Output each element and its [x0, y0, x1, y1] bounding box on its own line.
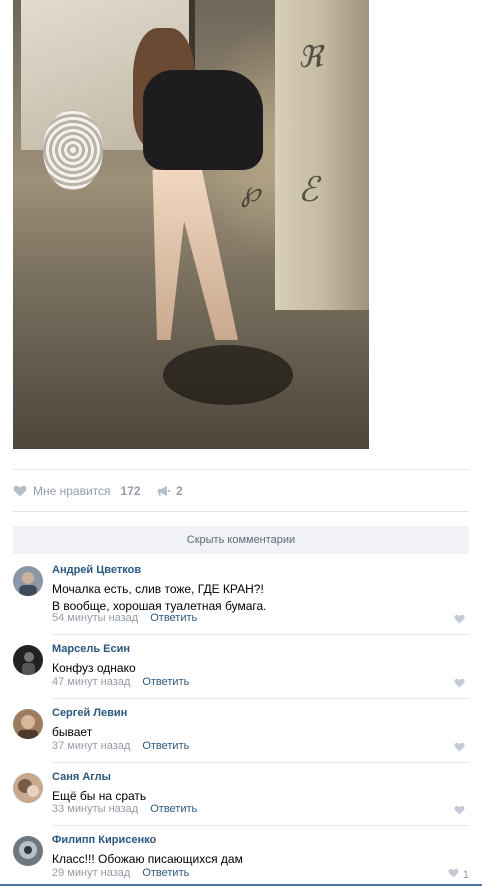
- like-label: Мне нравится: [33, 484, 111, 498]
- comment-divider: [52, 762, 469, 763]
- comment-like-button[interactable]: [454, 742, 469, 755]
- comment-like-button[interactable]: [454, 805, 469, 818]
- photo-figure-jacket: [143, 70, 263, 170]
- photo-graffiti: ℜ: [298, 40, 323, 75]
- comment-author[interactable]: Саня Аглы: [52, 771, 111, 783]
- comment-like-button[interactable]: [454, 678, 469, 691]
- comment-text: Класс!!! Обожаю писающихся дам: [52, 852, 243, 866]
- comment-meta: 47 минут назад Ответить: [52, 676, 189, 688]
- comment: Андрей Цветков Мочалка есть, слив тоже, …: [13, 564, 469, 635]
- photo-figure-legs: [152, 170, 238, 340]
- reply-link[interactable]: Ответить: [142, 676, 189, 688]
- comment-time[interactable]: 47 минут назад: [52, 676, 130, 688]
- comment-meta: 54 минуты назад Ответить: [52, 612, 197, 624]
- share-count: 2: [176, 484, 183, 498]
- comment-author[interactable]: Сергей Левин: [52, 707, 127, 719]
- comment: Филипп Кирисенко Класс!!! Обожаю писающи…: [13, 834, 469, 882]
- reply-link[interactable]: Ответить: [150, 803, 197, 815]
- comment-like-button[interactable]: [454, 614, 469, 627]
- comment-text: бывает: [52, 725, 93, 739]
- heart-icon: [454, 614, 465, 627]
- comment-author[interactable]: Марсель Есин: [52, 643, 130, 655]
- share-button[interactable]: 2: [157, 482, 183, 500]
- comment-author[interactable]: Филипп Кирисенко: [52, 834, 156, 846]
- heart-icon: [454, 742, 465, 755]
- reply-link[interactable]: Ответить: [142, 740, 189, 752]
- avatar[interactable]: [13, 773, 43, 803]
- comment-author[interactable]: Андрей Цветков: [52, 564, 141, 576]
- comment-time[interactable]: 33 минуты назад: [52, 803, 138, 815]
- avatar[interactable]: [13, 836, 43, 866]
- heart-icon: [454, 678, 465, 691]
- photo-graffiti: ℰ: [298, 170, 319, 210]
- comment-time[interactable]: 37 минут назад: [52, 740, 130, 752]
- photo-graffiti: ℘: [241, 175, 261, 208]
- reply-link[interactable]: Ответить: [142, 867, 189, 879]
- comment-divider: [52, 825, 469, 826]
- avatar[interactable]: [13, 566, 43, 596]
- comment-text: Конфуз однако: [52, 661, 136, 675]
- comment-meta: 37 минут назад Ответить: [52, 740, 189, 752]
- photo-pompom: [43, 110, 103, 190]
- megaphone-icon: [157, 485, 171, 497]
- post-photo[interactable]: ℜ ℰ ℘: [13, 0, 369, 449]
- heart-icon: [448, 868, 459, 881]
- comment-like-count: 1: [462, 868, 469, 881]
- like-count: 172: [120, 484, 141, 498]
- comment: Сергей Левин бывает 37 минут назад Ответи…: [13, 707, 469, 763]
- like-button[interactable]: Мне нравится 172: [13, 482, 141, 500]
- comment: Саня Аглы Ещё бы на срать 33 минуты наза…: [13, 771, 469, 826]
- reply-link[interactable]: Ответить: [150, 612, 197, 624]
- divider: [13, 511, 469, 512]
- heart-icon: [454, 805, 465, 818]
- avatar[interactable]: [13, 645, 43, 675]
- comment-time[interactable]: 54 минуты назад: [52, 612, 138, 624]
- heart-icon: [13, 485, 27, 497]
- divider: [13, 469, 469, 470]
- comment-meta: 29 минут назад Ответить: [52, 867, 189, 879]
- hide-comments-button[interactable]: Скрыть комментарии: [13, 526, 469, 554]
- comment-divider: [52, 698, 469, 699]
- photo-puddle: [163, 345, 293, 405]
- comment-like-button[interactable]: 1: [448, 868, 469, 881]
- comment-meta: 33 минуты назад Ответить: [52, 803, 197, 815]
- avatar[interactable]: [13, 709, 43, 739]
- comment-text: Мочалка есть, слив тоже, ГДЕ КРАН?! В во…: [52, 582, 267, 613]
- comment: Марсель Есин Конфуз однако 47 минут наза…: [13, 643, 469, 699]
- comment-time[interactable]: 29 минут назад: [52, 867, 130, 879]
- comment-divider: [52, 634, 469, 635]
